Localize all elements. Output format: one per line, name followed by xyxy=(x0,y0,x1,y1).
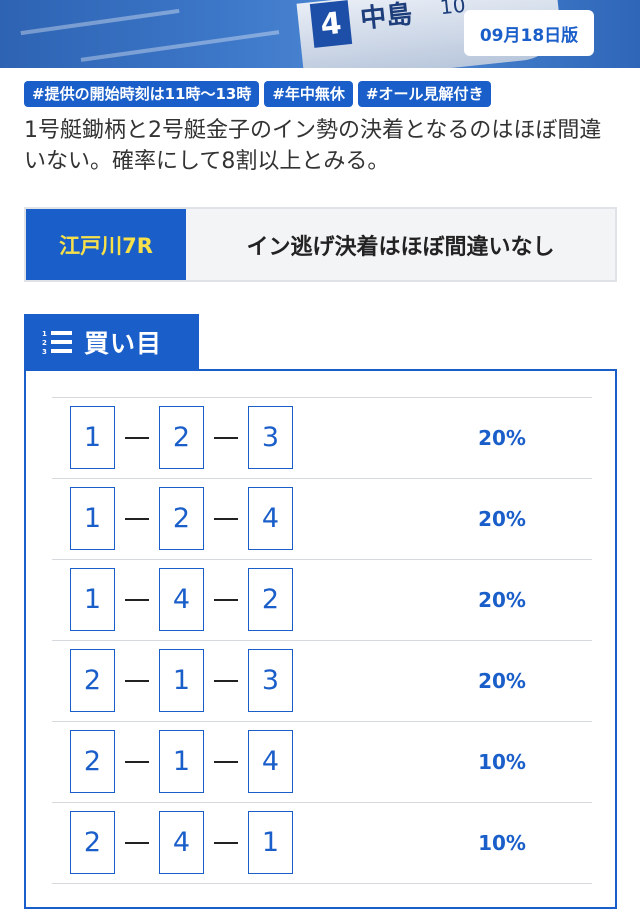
bet-percent: 20% xyxy=(478,588,526,612)
race-headline: イン逃げ決着はほぼ間違いなし xyxy=(246,234,555,260)
bet-row: 2 4 1 10% xyxy=(52,803,592,884)
bet-percent: 20% xyxy=(478,669,526,693)
bet-third-boat: 4 xyxy=(248,730,293,793)
bet-third-boat: 4 xyxy=(248,487,293,550)
tag-year-round[interactable]: #年中無休 xyxy=(264,81,353,107)
tag-all-comments[interactable]: #オール見解付き xyxy=(357,81,492,107)
edition-date-badge: 09月18日版 xyxy=(464,10,594,56)
hero-streak xyxy=(80,30,280,62)
dash-separator xyxy=(125,842,149,844)
bet-third-boat: 1 xyxy=(248,811,293,874)
bet-percent: 20% xyxy=(478,507,526,531)
kaime-title: 買い目 xyxy=(84,329,163,358)
dash-separator xyxy=(125,599,149,601)
dash-separator xyxy=(214,761,238,763)
bet-percent: 20% xyxy=(478,426,526,450)
dash-separator xyxy=(125,437,149,439)
bet-first-boat: 1 xyxy=(70,568,115,631)
dash-separator xyxy=(125,761,149,763)
bet-row: 1 2 4 20% xyxy=(52,479,592,560)
dash-separator xyxy=(125,680,149,682)
bet-third-boat: 3 xyxy=(248,649,293,712)
numbered-list-icon: 1 2 3 xyxy=(42,329,72,356)
race-header: 江戸川7R イン逃げ決着はほぼ間違いなし xyxy=(24,207,617,282)
bet-second-boat: 1 xyxy=(159,730,204,793)
bet-first-boat: 2 xyxy=(70,649,115,712)
kaime-panel: 1 2 3 20% 1 2 4 20% 1 4 2 20% 2 1 3 20% … xyxy=(24,369,617,909)
boat-number-plate: 4 xyxy=(309,0,353,48)
bet-third-boat: 3 xyxy=(248,406,293,469)
bet-row: 1 2 3 20% xyxy=(52,398,592,479)
bet-second-boat: 2 xyxy=(159,406,204,469)
dash-separator xyxy=(214,842,238,844)
race-name: 江戸川7R xyxy=(26,209,186,280)
bet-second-boat: 4 xyxy=(159,568,204,631)
bet-row: 2 1 3 20% xyxy=(52,641,592,722)
prediction-description: 1号艇鋤柄と2号艇金子のイン勢の決着となるのはほぼ間違いない。確率にして8割以上… xyxy=(24,118,602,174)
bet-percent: 10% xyxy=(478,750,526,774)
bet-first-boat: 2 xyxy=(70,811,115,874)
bet-percent: 10% xyxy=(478,831,526,855)
dash-separator xyxy=(214,599,238,601)
tag-start-time[interactable]: #提供の開始時刻は11時〜13時 xyxy=(24,81,260,107)
bet-first-boat: 1 xyxy=(70,406,115,469)
bet-first-boat: 1 xyxy=(70,487,115,550)
tag-list: #提供の開始時刻は11時〜13時 #年中無休 #オール見解付き xyxy=(24,81,492,107)
hero-streak xyxy=(20,8,180,36)
dash-separator xyxy=(214,518,238,520)
boat-racer-name: 中島 xyxy=(358,0,414,35)
bet-second-boat: 1 xyxy=(159,649,204,712)
bet-list: 1 2 3 20% 1 2 4 20% 1 4 2 20% 2 1 3 20% … xyxy=(52,397,592,884)
bet-second-boat: 4 xyxy=(159,811,204,874)
boat-number-partial: 10 xyxy=(438,0,467,20)
dash-separator xyxy=(214,680,238,682)
dash-separator xyxy=(125,518,149,520)
hero-banner: 4 中島 10 09月18日版 xyxy=(0,0,640,68)
kaime-section-tab: 1 2 3 買い目 xyxy=(24,314,199,370)
bet-third-boat: 2 xyxy=(248,568,293,631)
dash-separator xyxy=(214,437,238,439)
bet-second-boat: 2 xyxy=(159,487,204,550)
bet-first-boat: 2 xyxy=(70,730,115,793)
bet-row: 2 1 4 10% xyxy=(52,722,592,803)
bet-row: 1 4 2 20% xyxy=(52,560,592,641)
